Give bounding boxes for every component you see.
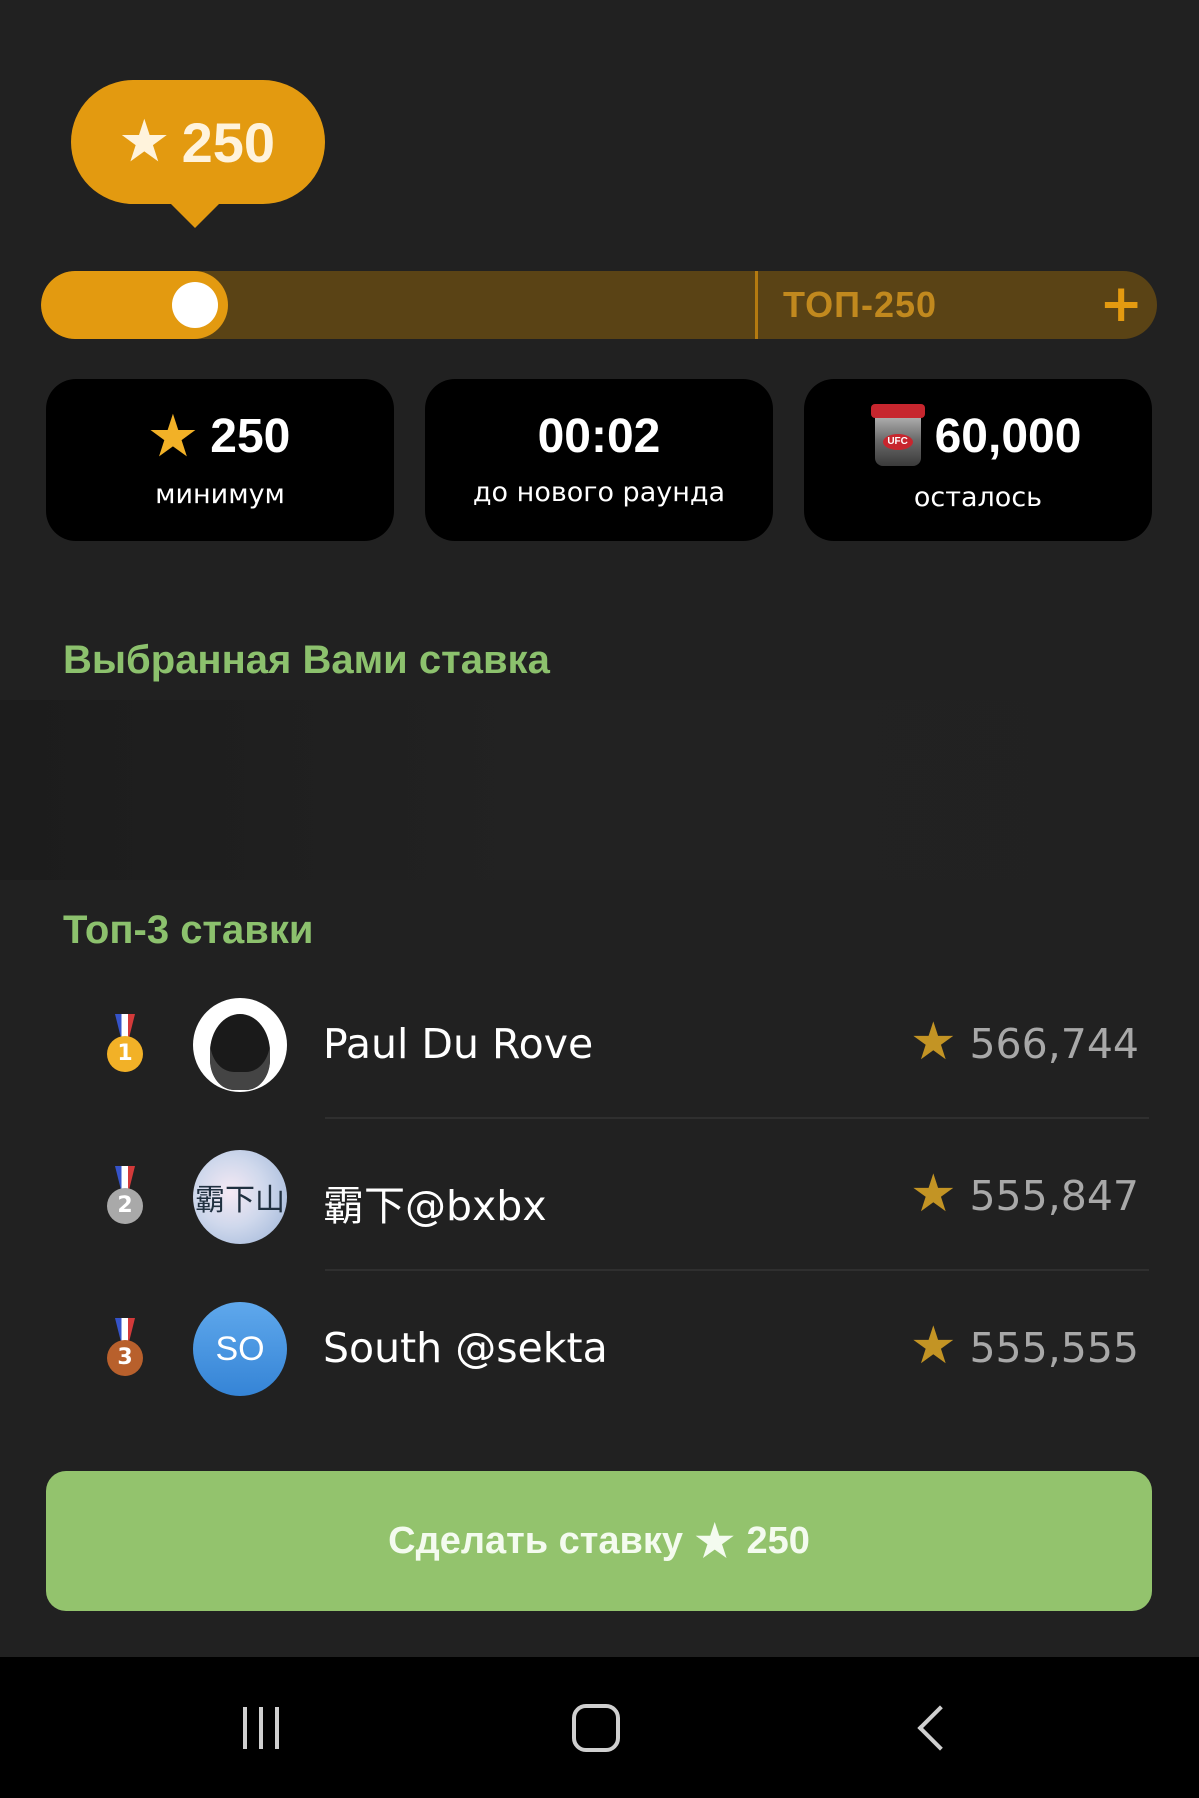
timer-caption: до нового раунда [472,476,726,508]
star-icon: ★ [149,407,197,466]
top3-title: Топ-3 ставки [63,908,314,952]
round-timer-card: 00:02 до нового раунда [425,379,773,541]
back-button[interactable] [873,1657,993,1798]
bet-amount: 555,555 [969,1324,1139,1372]
selected-bet-title: Выбранная Вами ставка [63,638,550,682]
bid-amount-bubble: ★ 250 [71,80,325,228]
remaining-card: 60,000 осталось [804,379,1152,541]
selected-bet-area [0,700,1199,880]
back-chevron-icon [917,1704,963,1751]
star-icon: ★ [910,1164,957,1224]
rank-number: 3 [107,1340,143,1376]
rank-number: 1 [107,1036,143,1072]
avatar-text: 霸下山 [195,1183,285,1218]
bet-button-label: Сделать ставку [388,1519,684,1562]
bet-amount: 566,744 [969,1020,1139,1068]
bid-slider[interactable]: ТОП-250 + [41,271,1157,339]
avatar: SO [193,1302,287,1396]
star-icon: ★ [910,1012,957,1072]
leaderboard-row: 3 SO South @sekta ★ 555,555 [0,1274,1199,1426]
remaining-caption: осталось [913,481,1043,513]
home-button[interactable] [536,1657,656,1798]
avatar: 霸下山 [193,1150,287,1244]
player-name: 霸下@bxbx [323,1182,547,1230]
rank-number: 2 [107,1188,143,1224]
timer-value: 00:02 [537,409,661,463]
minimum-caption: минимум [155,478,285,510]
player-name: Paul Du Rove [323,1020,594,1068]
leaderboard-row: 2 霸下山 霸下@bxbx ★ 555,847 [0,1122,1199,1274]
bet-amount: 555,847 [969,1172,1139,1220]
leaderboard-row: 1 Paul Du Rove ★ 566,744 [0,970,1199,1122]
star-icon: ★ [695,1516,735,1566]
system-navigation-bar [0,1657,1199,1798]
place-bet-button[interactable]: Сделать ставку ★ 250 [46,1471,1152,1611]
slider-divider [755,271,758,339]
bronze-medal-icon: 3 [102,1318,148,1384]
star-icon: ★ [910,1316,957,1376]
plus-icon[interactable]: + [1099,271,1143,337]
home-icon [572,1703,620,1752]
slider-tier-label: ТОП-250 [783,284,938,325]
avatar [193,998,287,1092]
recent-apps-button[interactable] [201,1657,321,1798]
slider-thumb[interactable] [172,282,218,328]
star-icon: ★ [120,113,168,171]
avatar-initials: SO [215,1329,265,1368]
silver-medal-icon: 2 [102,1166,148,1232]
remaining-value: 60,000 [934,409,1082,463]
row-divider [325,1117,1149,1119]
ufc-pack-icon [870,403,925,466]
bid-amount: 250 [181,110,276,174]
player-name: South @sekta [323,1324,608,1372]
gold-medal-icon: 1 [102,1014,148,1080]
row-divider [325,1269,1149,1271]
minimum-bet-card: ★ 250 минимум [46,379,394,541]
recent-apps-icon [243,1706,279,1749]
bet-button-amount: 250 [746,1519,810,1562]
minimum-value: 250 [210,409,291,463]
